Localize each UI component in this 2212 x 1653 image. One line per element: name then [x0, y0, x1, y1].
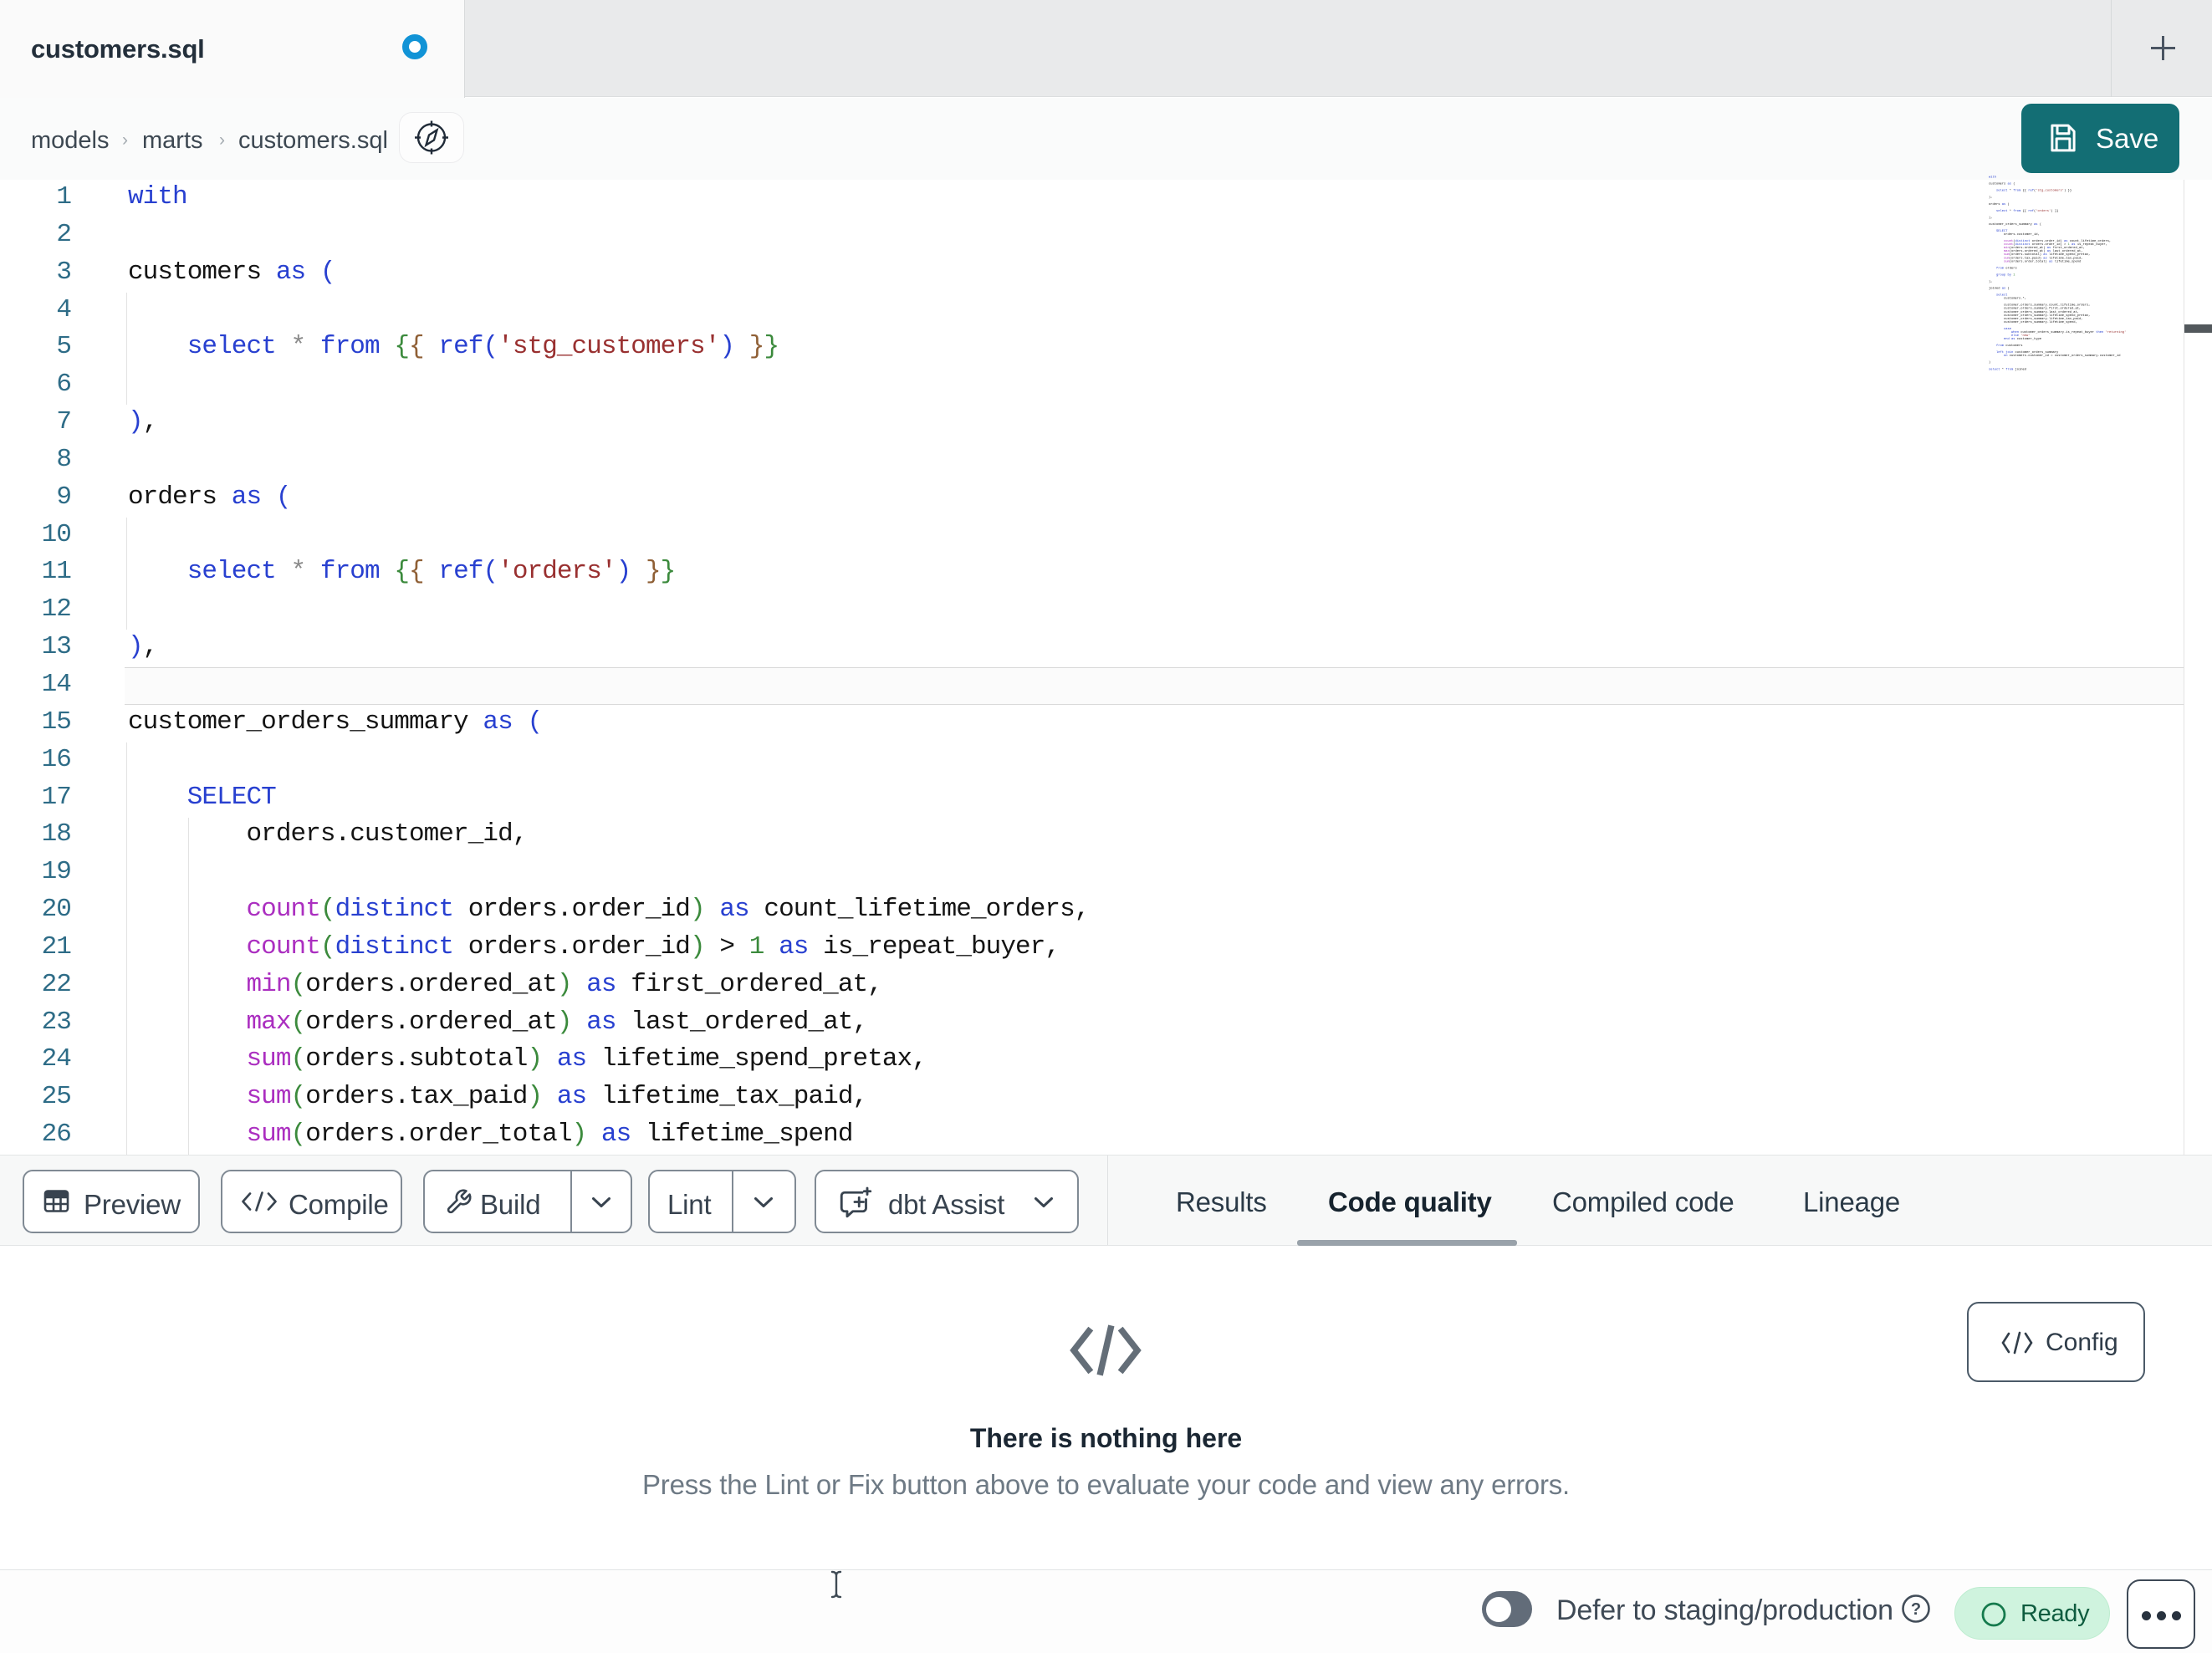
svg-text:?: ?: [1911, 1600, 1921, 1619]
